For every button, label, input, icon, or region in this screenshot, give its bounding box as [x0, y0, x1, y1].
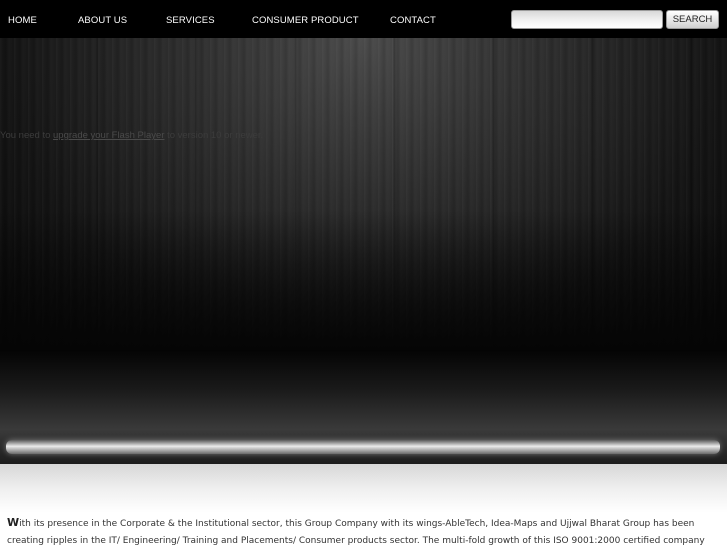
nav-item-about-us[interactable]: ABOUT US [78, 15, 127, 26]
flash-upgrade-link[interactable]: upgrade your Flash Player [53, 130, 164, 141]
nav-item-contact[interactable]: CONTACT [390, 15, 436, 26]
search-button[interactable]: SEARCH [666, 10, 719, 29]
nav-item-consumer-product[interactable]: CONSUMER PRODUCT [252, 15, 359, 26]
intro-drop-cap: W [7, 516, 20, 529]
flash-message-suffix: to version 10 or newer. [164, 130, 264, 141]
nav-item-services[interactable]: SERVICES [166, 15, 215, 26]
stage-highlight-bar [6, 440, 720, 454]
top-nav-bar: HOME ABOUT US SERVICES CONSUMER PRODUCT … [0, 0, 727, 38]
flash-upgrade-message: You need to upgrade your Flash Player to… [0, 130, 263, 141]
flash-banner-area: You need to upgrade your Flash Player to… [0, 38, 727, 350]
intro-text-body: ith its presence in the Corporate & the … [7, 519, 705, 545]
search-input[interactable] [511, 10, 663, 29]
main-content: With its presence in the Corporate & the… [0, 464, 727, 545]
flash-message-prefix: You need to [0, 130, 54, 141]
nav-item-home[interactable]: HOME [8, 15, 37, 26]
intro-paragraph: With its presence in the Corporate & the… [7, 514, 723, 545]
